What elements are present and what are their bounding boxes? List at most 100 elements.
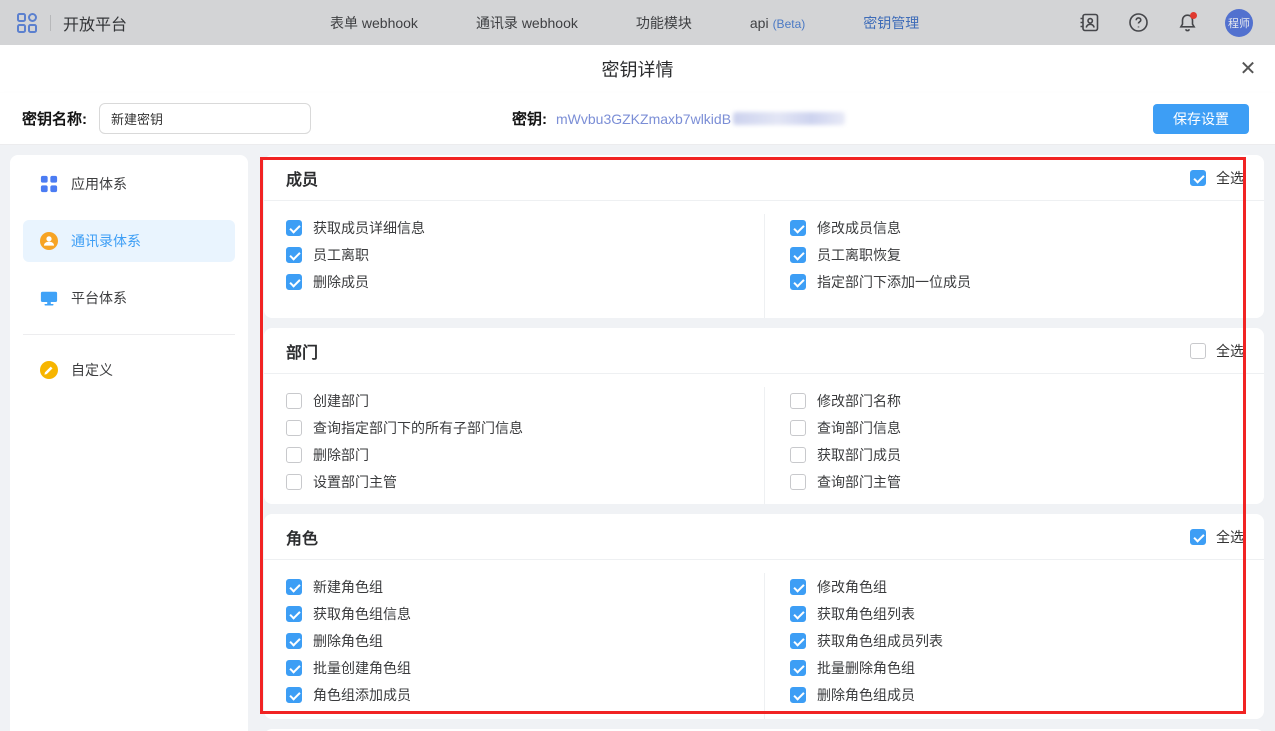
key-name-input[interactable] <box>99 103 311 134</box>
permission-checkbox[interactable] <box>790 633 806 649</box>
permission-checkbox[interactable] <box>286 474 302 490</box>
top-nav-bar: 开放平台 表单 webhook 通讯录 webhook 功能模块 api(Bet… <box>0 0 1275 45</box>
select-all-checkbox[interactable] <box>1190 529 1206 545</box>
permission-item[interactable]: 员工离职恢复 <box>790 241 1264 268</box>
right-column: 修改角色组 获取角色组列表 获取角色组成员列表 批量删除角色组 <box>765 573 1264 719</box>
permission-checkbox[interactable] <box>286 274 302 290</box>
sidebar-item-app-system[interactable]: 应用体系 <box>23 163 235 205</box>
key-name-label: 密钥名称: <box>22 108 87 129</box>
close-icon[interactable]: ✕ <box>1238 58 1258 78</box>
nav-item-modules[interactable]: 功能模块 <box>636 13 692 33</box>
permission-label: 批量删除角色组 <box>817 658 915 678</box>
sidebar-item-label: 自定义 <box>71 360 113 380</box>
permission-checkbox[interactable] <box>286 606 302 622</box>
permission-item[interactable]: 修改成员信息 <box>790 214 1264 241</box>
key-label: 密钥: <box>512 108 547 129</box>
permission-checkbox[interactable] <box>286 687 302 703</box>
address-book-icon[interactable] <box>1078 12 1100 34</box>
permission-label: 获取部门成员 <box>817 445 901 465</box>
permission-item[interactable]: 设置部门主管 <box>286 468 764 495</box>
permission-checkbox[interactable] <box>286 420 302 436</box>
permission-item[interactable]: 获取角色组成员列表 <box>790 627 1264 654</box>
permission-item[interactable]: 删除部门 <box>286 441 764 468</box>
sidebar-item-contacts-system[interactable]: 通讯录体系 <box>23 220 235 262</box>
permission-label: 删除成员 <box>313 272 369 292</box>
permission-checkbox[interactable] <box>790 606 806 622</box>
notification-bell-icon[interactable] <box>1176 12 1198 34</box>
modal-header: 密钥详情 ✕ <box>0 45 1275 93</box>
permission-checkbox[interactable] <box>286 633 302 649</box>
permission-checkbox[interactable] <box>286 247 302 263</box>
select-all-roles[interactable]: 全选 <box>1190 527 1244 547</box>
permission-checkbox[interactable] <box>286 447 302 463</box>
permission-checkbox[interactable] <box>790 447 806 463</box>
help-icon[interactable] <box>1127 12 1149 34</box>
platform-title: 开放平台 <box>63 11 127 35</box>
permission-checkbox[interactable] <box>286 579 302 595</box>
sidebar-item-platform-system[interactable]: 平台体系 <box>23 277 235 319</box>
permission-item[interactable]: 修改角色组 <box>790 573 1264 600</box>
permission-checkbox[interactable] <box>286 393 302 409</box>
right-column: 修改成员信息 员工离职恢复 指定部门下添加一位成员 <box>765 214 1264 318</box>
permission-item[interactable]: 获取角色组列表 <box>790 600 1264 627</box>
permission-label: 指定部门下添加一位成员 <box>817 272 971 292</box>
permission-checkbox[interactable] <box>790 247 806 263</box>
nav-item-form-webhook[interactable]: 表单 webhook <box>330 13 418 33</box>
topbar-actions: 程师 <box>1078 9 1275 37</box>
permission-checkbox[interactable] <box>790 660 806 676</box>
permission-checkbox[interactable] <box>790 274 806 290</box>
permission-checkbox[interactable] <box>790 220 806 236</box>
app-grid-icon <box>40 175 58 193</box>
select-all-checkbox[interactable] <box>1190 343 1206 359</box>
permission-item[interactable]: 创建部门 <box>286 387 764 414</box>
permission-checkbox[interactable] <box>286 660 302 676</box>
permission-item[interactable]: 修改部门名称 <box>790 387 1264 414</box>
nav-item-contacts-webhook[interactable]: 通讯录 webhook <box>476 13 578 33</box>
save-settings-button[interactable]: 保存设置 <box>1153 104 1249 134</box>
beta-badge: (Beta) <box>773 17 806 31</box>
permission-item[interactable]: 获取成员详细信息 <box>286 214 764 241</box>
permission-item[interactable]: 查询部门信息 <box>790 414 1264 441</box>
platform-logo-group[interactable]: 开放平台 <box>0 11 127 35</box>
permission-checkbox[interactable] <box>286 220 302 236</box>
section-title: 成员 <box>286 166 318 190</box>
section-header: 成员 全选 <box>264 155 1264 201</box>
permission-label: 获取角色组信息 <box>313 604 411 624</box>
permission-checkbox[interactable] <box>790 579 806 595</box>
user-avatar[interactable]: 程师 <box>1225 9 1253 37</box>
permission-checkbox[interactable] <box>790 393 806 409</box>
permission-item[interactable]: 查询指定部门下的所有子部门信息 <box>286 414 764 441</box>
nav-item-key-management[interactable]: 密钥管理 <box>863 13 919 33</box>
section-body: 创建部门 查询指定部门下的所有子部门信息 删除部门 设置部门主管 <box>264 374 1264 504</box>
permission-item[interactable]: 删除成员 <box>286 268 764 295</box>
select-all-checkbox[interactable] <box>1190 170 1206 186</box>
permission-item[interactable]: 指定部门下添加一位成员 <box>790 268 1264 295</box>
permission-item[interactable]: 删除角色组成员 <box>790 681 1264 708</box>
permission-item[interactable]: 角色组添加成员 <box>286 681 764 708</box>
permission-item[interactable]: 删除角色组 <box>286 627 764 654</box>
permission-item[interactable]: 新建角色组 <box>286 573 764 600</box>
nav-item-api[interactable]: api(Beta) <box>750 15 805 31</box>
permission-checkbox[interactable] <box>790 687 806 703</box>
permission-checkbox[interactable] <box>790 420 806 436</box>
sidebar-item-label: 通讯录体系 <box>71 231 141 251</box>
key-form-row: 密钥名称: 密钥: mWvbu3GZKZmaxb7wlkidB 保存设置 <box>0 93 1275 145</box>
permission-checkbox[interactable] <box>790 474 806 490</box>
permission-label: 删除部门 <box>313 445 369 465</box>
permission-label: 设置部门主管 <box>313 472 397 492</box>
section-body: 新建角色组 获取角色组信息 删除角色组 批量创建角色组 角色组添 <box>264 560 1264 719</box>
section-header: 角色 全选 <box>264 514 1264 560</box>
permission-item[interactable]: 查询部门主管 <box>790 468 1264 495</box>
permission-item[interactable]: 获取角色组信息 <box>286 600 764 627</box>
permission-item[interactable]: 获取部门成员 <box>790 441 1264 468</box>
contacts-icon <box>40 232 58 250</box>
permission-panel: 成员 全选 获取成员详细信息 员工离职 <box>264 155 1264 731</box>
permission-item[interactable]: 批量删除角色组 <box>790 654 1264 681</box>
permission-label: 修改角色组 <box>817 577 887 597</box>
sidebar-item-custom[interactable]: 自定义 <box>23 349 235 391</box>
permission-item[interactable]: 批量创建角色组 <box>286 654 764 681</box>
select-all-members[interactable]: 全选 <box>1190 168 1244 188</box>
permission-item[interactable]: 员工离职 <box>286 241 764 268</box>
right-column: 修改部门名称 查询部门信息 获取部门成员 查询部门主管 <box>765 387 1264 504</box>
select-all-departments[interactable]: 全选 <box>1190 341 1244 361</box>
